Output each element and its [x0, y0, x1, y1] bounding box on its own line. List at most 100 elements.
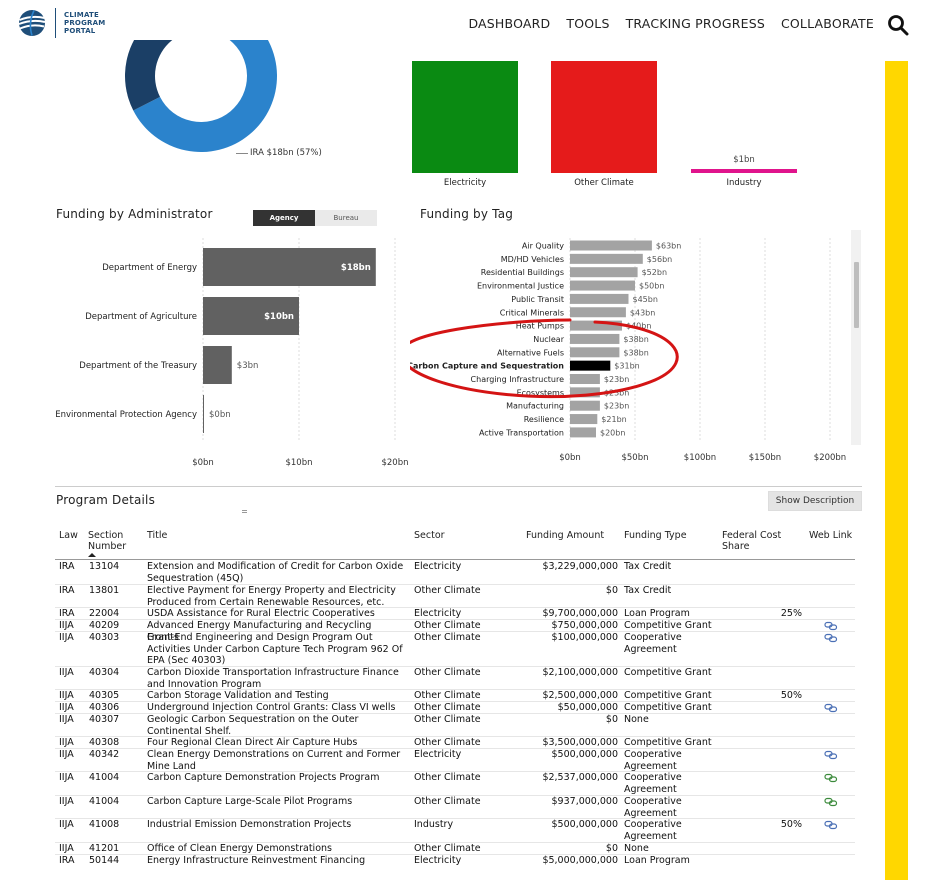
admin-bar-chart: $0bn $10bn $20bn Department of Energy $18bn D…	[55, 238, 409, 468]
show-description-button[interactable]: Show Description	[768, 491, 862, 511]
web-link-icon[interactable]	[824, 797, 838, 807]
tag-category-label[interactable]: Public Transit	[511, 295, 564, 304]
tag-value-label: $21bn	[601, 415, 626, 424]
tag-category-label[interactable]: Carbon Capture and Sequestration	[410, 362, 564, 371]
nav-tools[interactable]: TOOLS	[566, 16, 609, 31]
table-header: Law Section Number Title Sector Funding …	[0, 530, 936, 560]
col-funding-type[interactable]: Funding Type	[624, 530, 687, 541]
col-sector[interactable]: Sector	[414, 530, 445, 541]
cell-amount: $5,000,000,000	[542, 855, 618, 866]
cell-law: IIJA	[59, 667, 74, 678]
tile-electricity-label: Electricity	[443, 178, 487, 188]
tag-bar[interactable]	[570, 240, 652, 251]
cell-title: Four Regional Clean Direct Air Capture H…	[147, 737, 358, 748]
web-link-icon[interactable]	[824, 820, 838, 830]
col-law[interactable]: Law	[59, 530, 78, 541]
cell-amount: $100,000,000	[551, 632, 618, 643]
tag-tick-label: $200bn	[814, 453, 846, 463]
tag-category-label[interactable]: Environmental Justice	[477, 282, 564, 291]
tag-category-label[interactable]: Alternative Fuels	[497, 348, 564, 357]
tag-category-label[interactable]: Charging Infrastructure	[471, 375, 565, 384]
cell-funding-type: Cooperative Agreement	[624, 749, 682, 772]
page-scrollbar[interactable]	[885, 61, 908, 880]
cell-law: IIJA	[59, 819, 74, 830]
web-link-icon[interactable]	[824, 703, 838, 713]
tag-bar[interactable]	[570, 333, 620, 344]
cell-sector: Other Climate	[414, 714, 481, 725]
col-section[interactable]: Section Number	[88, 530, 126, 552]
tag-bar[interactable]	[570, 267, 638, 278]
tag-bar[interactable]	[570, 414, 598, 425]
tag-bar[interactable]	[570, 253, 643, 264]
cell-funding-type: Competitive Grant	[624, 690, 712, 701]
tile-other-climate-label: Other Climate	[574, 178, 634, 188]
tag-category-label[interactable]: Active Transportation	[479, 428, 564, 437]
cell-section: 41201	[89, 843, 120, 854]
cell-law: IRA	[59, 855, 75, 866]
admin-bar[interactable]	[203, 395, 204, 433]
sort-asc-icon[interactable]	[88, 553, 96, 557]
tag-bar[interactable]	[570, 307, 626, 318]
tag-bar[interactable]	[570, 360, 611, 371]
logo-line: CLIMATE	[64, 11, 99, 19]
cell-funding-type: Cooperative Agreement	[624, 632, 682, 655]
tag-bar[interactable]	[570, 374, 600, 384]
search-icon[interactable]	[887, 14, 909, 36]
section-divider	[55, 486, 862, 487]
cell-title: Front-End Engineering and Design Program…	[147, 632, 403, 666]
tile-electricity[interactable]	[412, 61, 518, 173]
web-link-icon[interactable]	[824, 773, 838, 783]
cell-amount: $2,100,000,000	[542, 667, 618, 678]
cell-section: 13104	[89, 561, 120, 572]
logo-wordmark: CLIMATE PROGRAM PORTAL	[64, 11, 105, 35]
tag-bar[interactable]	[570, 347, 620, 358]
tag-category-label[interactable]: Manufacturing	[506, 402, 564, 411]
nav-dashboard[interactable]: DASHBOARD	[468, 16, 550, 31]
cell-title: Geologic Carbon Sequestration on the Out…	[147, 714, 359, 737]
tag-chart-scroll-thumb[interactable]	[854, 262, 859, 328]
web-link-icon[interactable]	[824, 633, 838, 643]
tag-bar[interactable]	[570, 427, 596, 438]
cell-funding-type: Competitive Grant	[624, 667, 712, 678]
tag-value-label: $20bn	[600, 428, 625, 437]
site-logo[interactable]: CLIMATE PROGRAM PORTAL	[18, 8, 105, 38]
cell-title: Energy Infrastructure Reinvestment Finan…	[147, 855, 366, 866]
tag-category-label[interactable]: Critical Minerals	[500, 308, 564, 317]
tag-bar[interactable]	[570, 400, 600, 411]
nav-tracking-progress[interactable]: TRACKING PROGRESS	[626, 16, 765, 31]
cell-funding-type: None	[624, 714, 649, 725]
tag-category-label[interactable]: Resilience	[524, 415, 564, 424]
cell-law: IIJA	[59, 737, 74, 748]
drag-handle-icon[interactable]	[242, 510, 247, 513]
cell-title: USDA Assistance for Rural Electric Coope…	[147, 608, 375, 619]
col-web-link[interactable]: Web Link	[809, 530, 852, 541]
tag-category-label[interactable]: Nuclear	[533, 335, 565, 344]
tag-category-label[interactable]: Air Quality	[522, 242, 564, 251]
cell-funding-type: None	[624, 843, 649, 854]
header-rule	[55, 559, 855, 560]
cell-law: IIJA	[59, 843, 74, 854]
web-link-icon[interactable]	[824, 750, 838, 760]
tag-bar[interactable]	[570, 280, 635, 291]
nav-collaborate[interactable]: COLLABORATE	[781, 16, 874, 31]
cell-sector: Other Climate	[414, 585, 481, 596]
col-funding-amount[interactable]: Funding Amount	[526, 530, 604, 541]
admin-bar[interactable]	[203, 346, 232, 384]
admin-category-label: Department of the Treasury	[79, 361, 197, 371]
tile-other-climate[interactable]	[551, 61, 657, 173]
cell-title: Elective Payment for Energy Property and…	[147, 585, 396, 608]
tag-category-label[interactable]: Residential Buildings	[481, 268, 564, 277]
cell-law: IIJA	[59, 749, 74, 760]
cell-law: IRA	[59, 585, 75, 596]
tag-bar[interactable]	[570, 293, 629, 304]
cell-section: 50144	[89, 855, 120, 866]
tag-tick-label: $50bn	[621, 453, 648, 463]
col-title[interactable]: Title	[147, 530, 167, 541]
col-federal-cost-share[interactable]: Federal Cost Share	[722, 530, 781, 552]
web-link-icon[interactable]	[824, 621, 838, 631]
tag-category-label[interactable]: MD/HD Vehicles	[501, 255, 564, 264]
toggle-agency[interactable]: Agency	[253, 210, 315, 226]
toggle-bureau[interactable]: Bureau	[315, 210, 377, 226]
donut-slice-other[interactable]	[125, 40, 248, 111]
admin-tick-label: $20bn	[381, 458, 408, 468]
